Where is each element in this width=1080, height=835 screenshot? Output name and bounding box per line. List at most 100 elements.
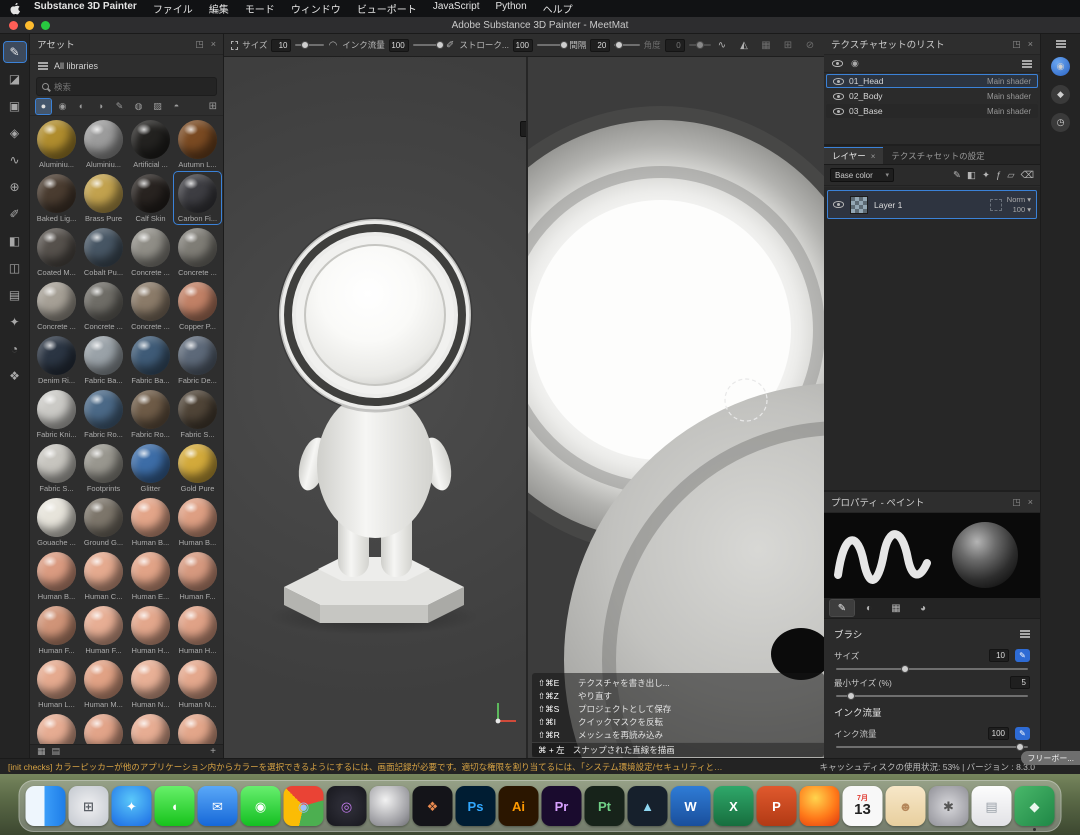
- photoshop-dock-icon[interactable]: Ps: [456, 786, 496, 826]
- finder-dock-icon[interactable]: [26, 786, 66, 826]
- asset-item[interactable]: Human N...: [174, 658, 221, 710]
- asset-item[interactable]: Cobalt Pu...: [80, 226, 127, 278]
- community-assets-icon[interactable]: ◆: [1051, 85, 1070, 104]
- thumbnail-size-icon[interactable]: ▦: [37, 746, 46, 757]
- size-slider[interactable]: [295, 44, 323, 46]
- illustrator-dock-icon[interactable]: Ai: [499, 786, 539, 826]
- asset-item[interactable]: Artificial ...: [127, 118, 174, 170]
- menu-python[interactable]: Python: [488, 1, 535, 16]
- rail-menu-icon[interactable]: [1056, 40, 1066, 48]
- asset-item[interactable]: Human M...: [80, 658, 127, 710]
- menu-app[interactable]: Substance 3D Painter: [26, 1, 145, 16]
- close-panel-icon[interactable]: ×: [1028, 497, 1033, 507]
- 02_Body[interactable]: 02_Body Main shader: [826, 89, 1038, 103]
- close-panel-icon[interactable]: ×: [211, 39, 216, 49]
- smudge-tool[interactable]: ∿: [4, 150, 26, 170]
- prop-size-slider[interactable]: [836, 668, 1028, 670]
- asset-item[interactable]: Fabric S...: [33, 442, 80, 494]
- projection-tool[interactable]: ▣: [4, 96, 26, 116]
- freeboard-button[interactable]: フリーボー...: [1021, 751, 1080, 765]
- tab-material[interactable]: ◕: [911, 600, 935, 616]
- min-size-slider[interactable]: [836, 695, 1028, 697]
- asset-item[interactable]: Baked Lig...: [33, 172, 80, 224]
- asset-item[interactable]: Concrete ...: [127, 280, 174, 332]
- asset-item[interactable]: Brass Pure: [80, 172, 127, 224]
- flow-slider[interactable]: [413, 44, 441, 46]
- safari-dock-icon[interactable]: ✦: [112, 786, 152, 826]
- dock-panel-icon[interactable]: ◳: [1012, 497, 1021, 508]
- slider-knob[interactable]: [1016, 743, 1024, 751]
- tab-stencil[interactable]: ▦: [884, 600, 908, 616]
- 03_Base[interactable]: 03_Base Main shader: [826, 104, 1038, 118]
- asset-item[interactable]: Human N...: [174, 712, 221, 744]
- eye-icon[interactable]: [833, 108, 844, 115]
- launchpad-dock-icon[interactable]: ⊞: [69, 786, 109, 826]
- excel-dock-icon[interactable]: X: [714, 786, 754, 826]
- eraser-tool[interactable]: ◪: [4, 69, 26, 89]
- asset-item[interactable]: Fabric De...: [174, 334, 221, 386]
- spacing-value[interactable]: 20: [590, 39, 610, 52]
- substance-painter-pt-dock-icon[interactable]: Pt: [585, 786, 625, 826]
- filter-brushes[interactable]: ✎: [112, 99, 127, 114]
- tangent-wrap-icon[interactable]: ▦: [759, 40, 773, 51]
- contacts-dock-icon[interactable]: ☻: [886, 786, 926, 826]
- asset-item[interactable]: Autumn L...: [174, 118, 221, 170]
- asset-item[interactable]: Aluminiu...: [33, 118, 80, 170]
- asset-item[interactable]: Human E...: [127, 550, 174, 602]
- mail-dock-icon[interactable]: ✉: [198, 786, 238, 826]
- blend-mode[interactable]: Norm ▾: [1007, 195, 1031, 204]
- visibility-icon[interactable]: [832, 60, 843, 67]
- asset-item[interactable]: Human N...: [80, 712, 127, 744]
- falloff-curve-icon[interactable]: ◠: [328, 40, 338, 51]
- prop-size-value[interactable]: 10: [989, 649, 1009, 662]
- grid-icon[interactable]: ⊞: [781, 40, 795, 51]
- mask-slot[interactable]: [990, 199, 1002, 211]
- substance-3d-painter-dock-icon[interactable]: ◆: [1015, 786, 1055, 826]
- asset-item[interactable]: Gouache ...: [33, 496, 80, 548]
- slider-knob[interactable]: [901, 665, 909, 673]
- layer-name[interactable]: Layer 1: [874, 200, 902, 210]
- filter-environments[interactable]: ◓: [169, 99, 184, 114]
- asset-item[interactable]: Coated M...: [33, 226, 80, 278]
- layer-opacity[interactable]: 100 ▾: [1013, 205, 1031, 214]
- material-picker-tool[interactable]: ✐: [4, 204, 26, 224]
- uv-view-icon[interactable]: ◫: [4, 258, 26, 278]
- asset-item[interactable]: Fabric S...: [174, 388, 221, 440]
- min-size-value[interactable]: 5: [1010, 676, 1030, 689]
- asset-item[interactable]: Human C...: [80, 550, 127, 602]
- stroke-marquee-icon[interactable]: [231, 41, 238, 50]
- title-bar[interactable]: Adobe Substance 3D Painter - MeetMat: [0, 17, 1080, 34]
- asset-item[interactable]: Human N...: [33, 712, 80, 744]
- davinci-resolve-dock-icon[interactable]: ❖: [413, 786, 453, 826]
- close-tab-icon[interactable]: ×: [871, 152, 876, 161]
- assets-icon[interactable]: ▤: [4, 285, 26, 305]
- fill-layer-icon[interactable]: ◧: [967, 170, 976, 181]
- asset-item[interactable]: Glitter: [127, 442, 174, 494]
- asset-item[interactable]: Human H...: [127, 604, 174, 656]
- layer-visibility-icon[interactable]: [833, 201, 844, 208]
- discover-icon[interactable]: ◉: [1051, 57, 1070, 76]
- dock-panel-icon[interactable]: ◳: [195, 39, 204, 50]
- size-pen-pressure-button[interactable]: ✎: [1015, 649, 1030, 662]
- asset-item[interactable]: Concrete ...: [80, 280, 127, 332]
- eye-icon[interactable]: [833, 78, 844, 85]
- asset-item[interactable]: Gold Pure: [174, 442, 221, 494]
- asset-item[interactable]: Copper P...: [174, 280, 221, 332]
- asset-item[interactable]: Denim Ri...: [33, 334, 80, 386]
- asset-item[interactable]: Human L...: [33, 658, 80, 710]
- spacing-slider[interactable]: [614, 44, 639, 46]
- smart-material-icon[interactable]: ✦: [982, 170, 990, 181]
- shader-settings-icon[interactable]: ❖: [4, 366, 26, 386]
- dock-panel-icon[interactable]: ◳: [1012, 39, 1021, 50]
- flow-pen-pressure-button[interactable]: ✎: [1015, 727, 1030, 740]
- slider-knob[interactable]: [560, 41, 568, 49]
- asset-item[interactable]: Human F...: [174, 550, 221, 602]
- powerpoint-dock-icon[interactable]: P: [757, 786, 797, 826]
- filter-smart-materials[interactable]: ◐: [74, 99, 89, 114]
- asset-item[interactable]: Fabric Ro...: [80, 388, 127, 440]
- display-settings-icon[interactable]: ◔: [4, 339, 26, 359]
- menu-file[interactable]: ファイル: [145, 1, 201, 16]
- minimize-window-button[interactable]: [25, 21, 34, 30]
- chrome-dock-icon[interactable]: ◉: [284, 786, 324, 826]
- stroke-opacity-slider[interactable]: [537, 44, 565, 46]
